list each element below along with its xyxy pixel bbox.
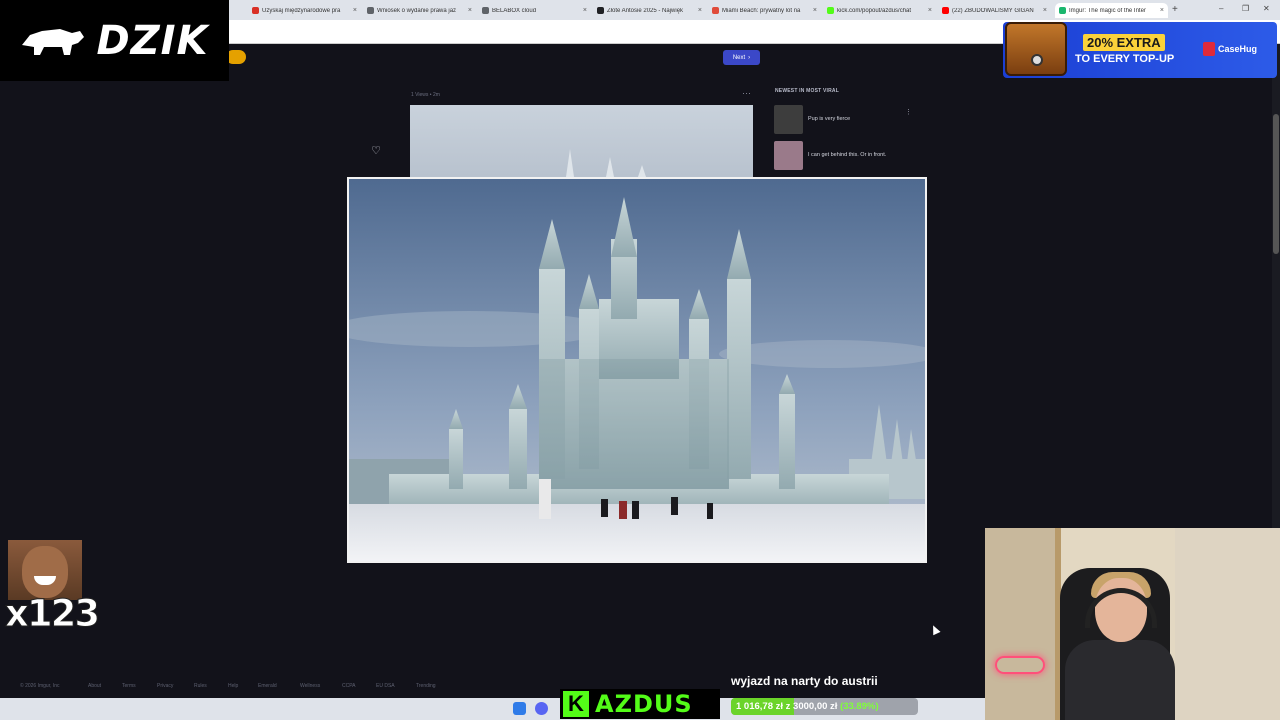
post-more-icon[interactable]: ··· [742, 88, 751, 98]
browser-tab[interactable]: BELABOX cloud × [478, 3, 591, 18]
ad-subline: TO EVERY TOP-UP [1075, 53, 1175, 65]
footer-link[interactable]: Trending [416, 683, 436, 689]
heart-icon[interactable]: ♡ [367, 142, 385, 160]
post-meta: 1 Views • 2m [411, 92, 440, 98]
browser-tab[interactable]: kick.com/popout/azdus/chat × [823, 3, 936, 18]
close-tab-icon[interactable]: × [353, 7, 357, 14]
tab-favicon-icon [367, 7, 374, 14]
browser-tab[interactable]: Miami Beach: prywatny lot na × [708, 3, 821, 18]
footer-link[interactable]: CCPA [342, 683, 356, 689]
imgur-logo-badge[interactable] [226, 50, 246, 64]
laughing-emote-image [8, 540, 82, 600]
lightbox-image-ice-castle[interactable] [347, 177, 927, 563]
casehug-ad-banner[interactable]: 20% EXTRA TO EVERY TOP-UP CaseHug [1003, 22, 1277, 78]
ad-brand-name: CaseHug [1218, 44, 1258, 54]
sidebar-post-title[interactable]: Pup is very fierce [808, 116, 850, 122]
close-window-button[interactable]: ✕ [1263, 4, 1270, 13]
minimize-button[interactable]: – [1219, 4, 1223, 13]
footer-link[interactable]: Rules [194, 683, 207, 689]
channel-name: AZDUS [595, 690, 693, 718]
tab-title: Złote Antosie 2025 - Najwięk [607, 7, 684, 14]
post-image[interactable] [410, 105, 753, 177]
boar-icon [22, 28, 85, 55]
close-tab-icon[interactable]: × [468, 7, 472, 14]
footer-link[interactable]: Terms [122, 683, 136, 689]
tab-favicon-icon [597, 7, 604, 14]
browser-tab[interactable]: (22) ZBUDOWALIŚMY GIGAN × [938, 3, 1051, 18]
tab-title: BELABOX cloud [492, 7, 537, 14]
browser-tab[interactable]: Złote Antosie 2025 - Najwięk × [593, 3, 706, 18]
ad-headline: 20% EXTRA [1083, 34, 1165, 51]
chevron-right-icon: › [748, 54, 751, 61]
footer-link[interactable]: Help [228, 683, 238, 689]
dzik-logo-overlay: DZIK [0, 0, 229, 81]
tab-title: Uzyskaj międzynarodowe pra [262, 7, 341, 14]
browser-tab[interactable]: Wniosek o wydanie prawa jaz × [363, 3, 476, 18]
restore-button[interactable]: ❐ [1242, 4, 1249, 13]
emote-combo-count: x123 [4, 592, 100, 636]
donation-goal-title: wyjazd na narty do austrii [731, 674, 878, 688]
tab-favicon-icon [827, 7, 834, 14]
tab-favicon-icon [252, 7, 259, 14]
close-tab-icon[interactable]: × [813, 7, 817, 14]
ad-brand: CaseHug [1203, 42, 1257, 56]
sidebar-post-title[interactable]: I can get behind this. Or in front. [808, 152, 886, 158]
tab-title: Wniosek o wydanie prawa jaz [377, 7, 457, 14]
tab-favicon-icon [482, 7, 489, 14]
next-label: Next [732, 54, 746, 61]
footer-link[interactable]: EU DSA [376, 683, 395, 689]
close-tab-icon[interactable]: × [1043, 7, 1047, 14]
scrollbar-thumb[interactable] [1273, 114, 1279, 254]
windows-start-icon[interactable] [513, 702, 526, 715]
browser-tab[interactable]: Uzyskaj międzynarodowe pra × [248, 3, 361, 18]
tab-favicon-icon [712, 7, 719, 14]
new-tab-button[interactable]: + [1172, 4, 1178, 15]
treasure-chest-icon [1005, 22, 1067, 76]
discord-icon[interactable] [535, 702, 548, 715]
brand-name: DZIK [96, 17, 209, 64]
casehug-logo-icon [1203, 42, 1215, 56]
sidebar-post[interactable]: I can get behind this. Or in front. [774, 140, 914, 170]
sidebar-post[interactable]: Pup is very fierce [774, 104, 914, 134]
footer-link[interactable]: Privacy [157, 683, 173, 689]
close-tab-icon[interactable]: × [698, 7, 702, 14]
footer-link[interactable]: Wellness [300, 683, 320, 689]
kick-logo-icon: K [563, 691, 589, 717]
tab-title: (22) ZBUDOWALIŚMY GIGAN [952, 7, 1034, 14]
sidebar-post-thumbnail[interactable] [774, 140, 803, 170]
donation-goal-text: 1 016,78 zł z 3000,00 zł (33.89%) [736, 701, 879, 712]
sidebar-title: NEWEST IN MOST VIRAL [775, 88, 839, 94]
next-post-button[interactable]: Next › [723, 50, 760, 65]
sidebar-more-icon[interactable]: ⋮ [905, 108, 912, 116]
footer-link[interactable]: About [88, 683, 101, 689]
footer-link[interactable]: Emerald [258, 683, 277, 689]
close-tab-icon[interactable]: × [583, 7, 587, 14]
footer-copyright: © 2026 Imgur, Inc [20, 683, 60, 689]
tab-title: Imgur: The magic of the Inter [1069, 7, 1146, 14]
browser-tab[interactable]: Imgur: The magic of the Inter × [1055, 3, 1168, 18]
tab-favicon-icon [942, 7, 949, 14]
kick-channel-overlay: K AZDUS [560, 689, 720, 719]
streamer-webcam [985, 528, 1280, 720]
tab-title: kick.com/popout/azdus/chat [837, 7, 912, 14]
screen: Uzyskaj międzynarodowe pra × Wniosek o wyd… [0, 0, 1280, 720]
tab-favicon-icon [1059, 7, 1066, 14]
donation-goal-progress: 1 016,78 zł z 3000,00 zł (33.89%) [731, 698, 918, 715]
tab-title: Miami Beach: prywatny lot na [722, 7, 801, 14]
close-tab-icon[interactable]: × [928, 7, 932, 14]
sidebar-post-thumbnail[interactable] [774, 104, 803, 134]
close-tab-icon[interactable]: × [1160, 7, 1164, 14]
